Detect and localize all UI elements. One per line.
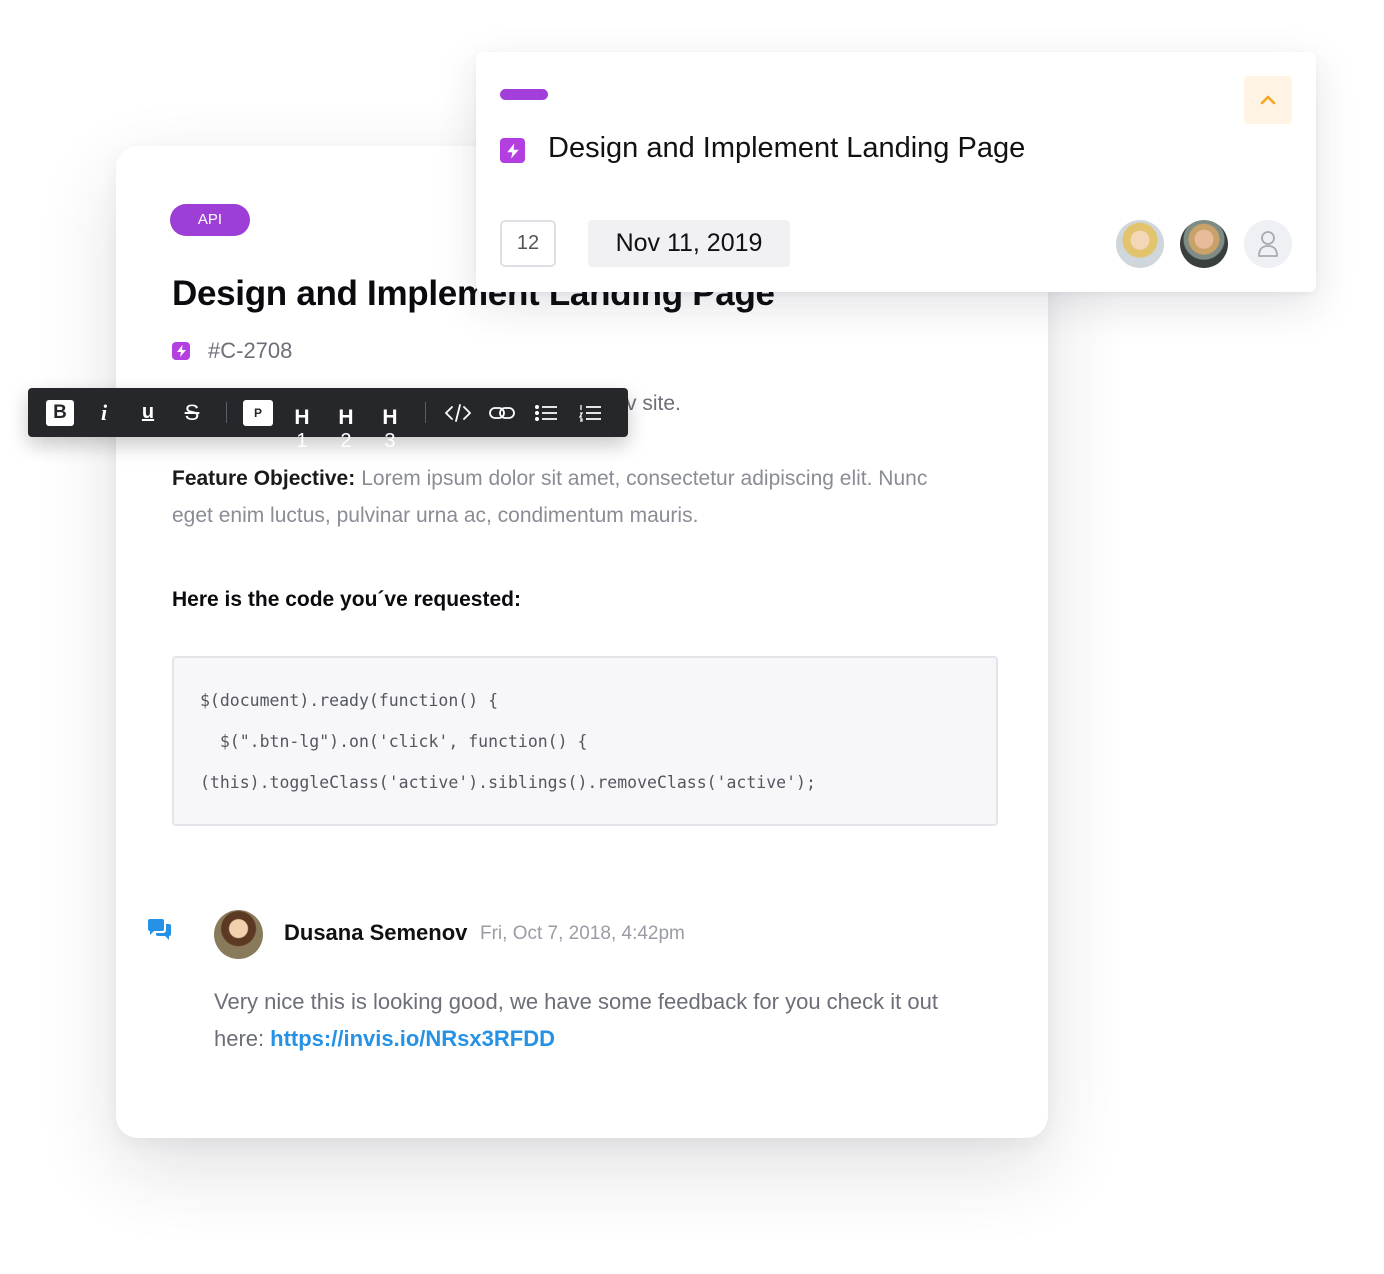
task-summary-card[interactable]: Design and Implement Landing Page 12 Nov… [476, 52, 1316, 292]
formatting-toolbar: B i u S P H1 H2 H3 [28, 388, 628, 451]
ticket-row: #C-2708 [172, 338, 292, 364]
underline-button[interactable]: u [132, 388, 164, 437]
heading-letter: H [382, 406, 398, 429]
code-block: $(document).ready(function() { $(".btn-l… [172, 656, 998, 826]
avatar[interactable] [214, 910, 263, 959]
due-date-chip[interactable]: Nov 11, 2019 [588, 220, 790, 267]
heading-3-icon: H3 [382, 406, 398, 452]
toolbar-divider [425, 402, 426, 423]
paragraph-button[interactable]: P [242, 388, 274, 437]
bold-button[interactable]: B [44, 388, 76, 437]
code-icon [445, 403, 471, 422]
numbered-list-icon [578, 404, 601, 422]
assignee-avatar[interactable] [1116, 220, 1164, 268]
task-detail-card: API Design and Implement Landing Page #C… [116, 146, 1048, 1138]
heading-3-button[interactable]: H3 [374, 388, 406, 451]
feature-objective: Feature Objective: Lorem ipsum dolor sit … [172, 460, 972, 534]
bold-icon: B [46, 399, 74, 426]
api-tag[interactable]: API [170, 204, 250, 236]
comment-body: Very nice this is looking good, we have … [214, 983, 994, 1057]
heading-level: 3 [384, 430, 396, 452]
strikethrough-button[interactable]: S [176, 388, 208, 437]
comment-author[interactable]: Dusana Semenov [284, 920, 467, 946]
heading-letter: H [294, 406, 310, 429]
heading-level: 1 [296, 430, 308, 452]
description-partial-text: v site. [626, 392, 681, 415]
code-line: $(".btn-lg").on('click', function() { [200, 732, 588, 751]
comment-link[interactable]: https://invis.io/NRsx3RFDD [270, 1026, 555, 1051]
italic-icon: i [100, 399, 108, 425]
toolbar-divider [226, 402, 227, 423]
task-card-title: Design and Implement Landing Page [548, 132, 1026, 164]
collapse-button[interactable] [1244, 76, 1292, 124]
heading-2-button[interactable]: H2 [330, 388, 362, 451]
assignee-avatar[interactable] [1180, 220, 1228, 268]
code-line: (this).toggleClass('active').siblings().… [200, 773, 816, 792]
user-placeholder-icon [1258, 231, 1278, 257]
ticket-id: #C-2708 [208, 338, 293, 363]
objective-label: Feature Objective: [172, 467, 356, 490]
code-line: $(document).ready(function() { [200, 691, 499, 710]
heading-1-icon: H1 [294, 406, 310, 452]
lightning-icon [172, 342, 190, 360]
comments-icon [146, 918, 174, 949]
numbered-list-button[interactable] [572, 388, 608, 437]
bullet-list-icon [535, 404, 557, 421]
chevron-up-icon [1260, 95, 1276, 105]
count-badge: 12 [500, 220, 556, 267]
code-button[interactable] [440, 388, 476, 437]
heading-level: 2 [340, 430, 352, 452]
italic-button[interactable]: i [88, 388, 120, 437]
code-heading: Here is the code you´ve requested: [172, 588, 521, 611]
heading-1-button[interactable]: H1 [286, 388, 318, 451]
heading-2-icon: H2 [338, 406, 354, 452]
link-icon [489, 406, 515, 419]
heading-letter: H [338, 406, 354, 429]
strikethrough-icon: S [184, 399, 200, 425]
comment-timestamp: Fri, Oct 7, 2018, 4:42pm [480, 923, 685, 944]
paragraph-icon: P [243, 399, 273, 426]
bullet-list-button[interactable] [528, 388, 564, 437]
underline-icon: u [141, 401, 155, 423]
label-bar [500, 89, 548, 100]
link-button[interactable] [484, 388, 520, 437]
lightning-icon [500, 138, 525, 163]
add-assignee-avatar[interactable] [1244, 220, 1292, 268]
